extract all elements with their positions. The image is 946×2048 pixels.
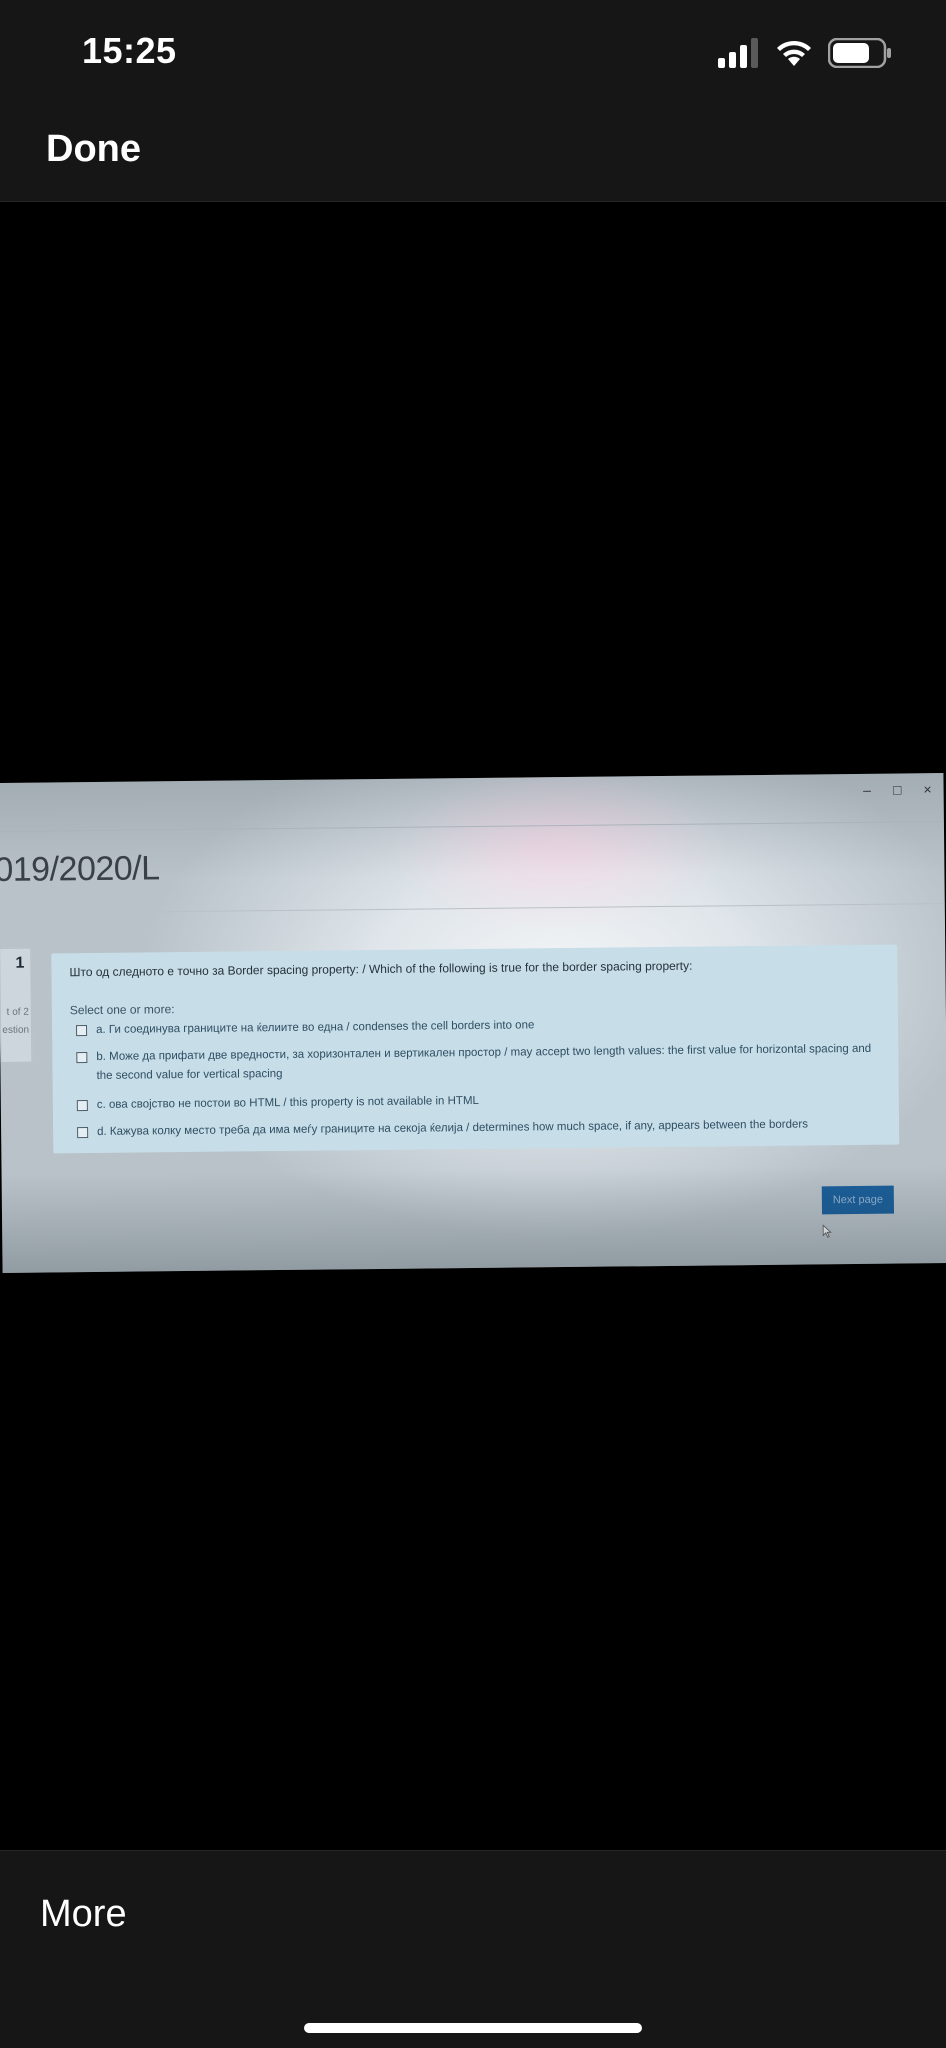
option-a-checkbox[interactable]: [76, 1025, 88, 1037]
minimize-icon: –: [863, 781, 872, 798]
option-d[interactable]: d. Кажува колку место треба да има меѓу …: [77, 1115, 889, 1143]
status-bar: 15:25: [0, 0, 946, 104]
more-button[interactable]: More: [40, 1893, 127, 1936]
option-c[interactable]: c. ова својство не постои во HTML / this…: [76, 1088, 889, 1116]
option-d-label: d. Кажува колку место треба да има меѓу …: [97, 1118, 808, 1138]
photo-of-screen: – □ × 019/2020/L 1 t of 2 estion Што од …: [0, 773, 946, 1273]
question-box: Што од следното е точно за Border spacin…: [51, 944, 900, 1154]
option-b[interactable]: b. Може да прифати две вредности, за хор…: [76, 1040, 888, 1087]
divider: [0, 903, 945, 914]
wifi-icon: [777, 40, 811, 66]
option-d-checkbox[interactable]: [77, 1127, 89, 1139]
nav-bar: Done: [0, 104, 946, 202]
question-text: Што од следното е точно за Border spacin…: [69, 958, 693, 980]
option-c-checkbox[interactable]: [76, 1100, 88, 1112]
question-nav-block: 1 t of 2 estion: [0, 947, 33, 1063]
battery-icon: [828, 38, 891, 68]
window-controls: – □ ×: [863, 781, 932, 798]
done-button[interactable]: Done: [46, 128, 141, 171]
option-a-label: а. Ги соединува границите на ќелиите во …: [95, 1019, 535, 1036]
signal-icon: [718, 38, 758, 68]
maximize-icon: □: [892, 781, 902, 798]
status-time: 15:25: [82, 30, 177, 71]
option-b-label: b. Може да прифати две вредности, за хор…: [96, 1042, 872, 1082]
divider: [0, 821, 944, 832]
option-a[interactable]: а. Ги соединува границите на ќелиите во …: [76, 1013, 888, 1041]
option-c-label: c. ова својство не постои во HTML / this…: [96, 1094, 479, 1111]
mouse-cursor-icon: [822, 1224, 832, 1238]
bottom-bar: More: [0, 1850, 946, 2048]
select-hint: Select one or more:: [69, 1002, 175, 1018]
option-b-checkbox[interactable]: [76, 1052, 88, 1064]
close-icon: ×: [923, 781, 932, 798]
course-title: 019/2020/L: [0, 849, 160, 890]
question-flag-line: estion: [2, 1024, 30, 1036]
next-page-button[interactable]: Next page: [821, 1185, 895, 1215]
question-number: 1: [15, 954, 25, 972]
question-status-line: t of 2: [6, 1006, 29, 1018]
home-indicator[interactable]: [304, 2023, 642, 2033]
